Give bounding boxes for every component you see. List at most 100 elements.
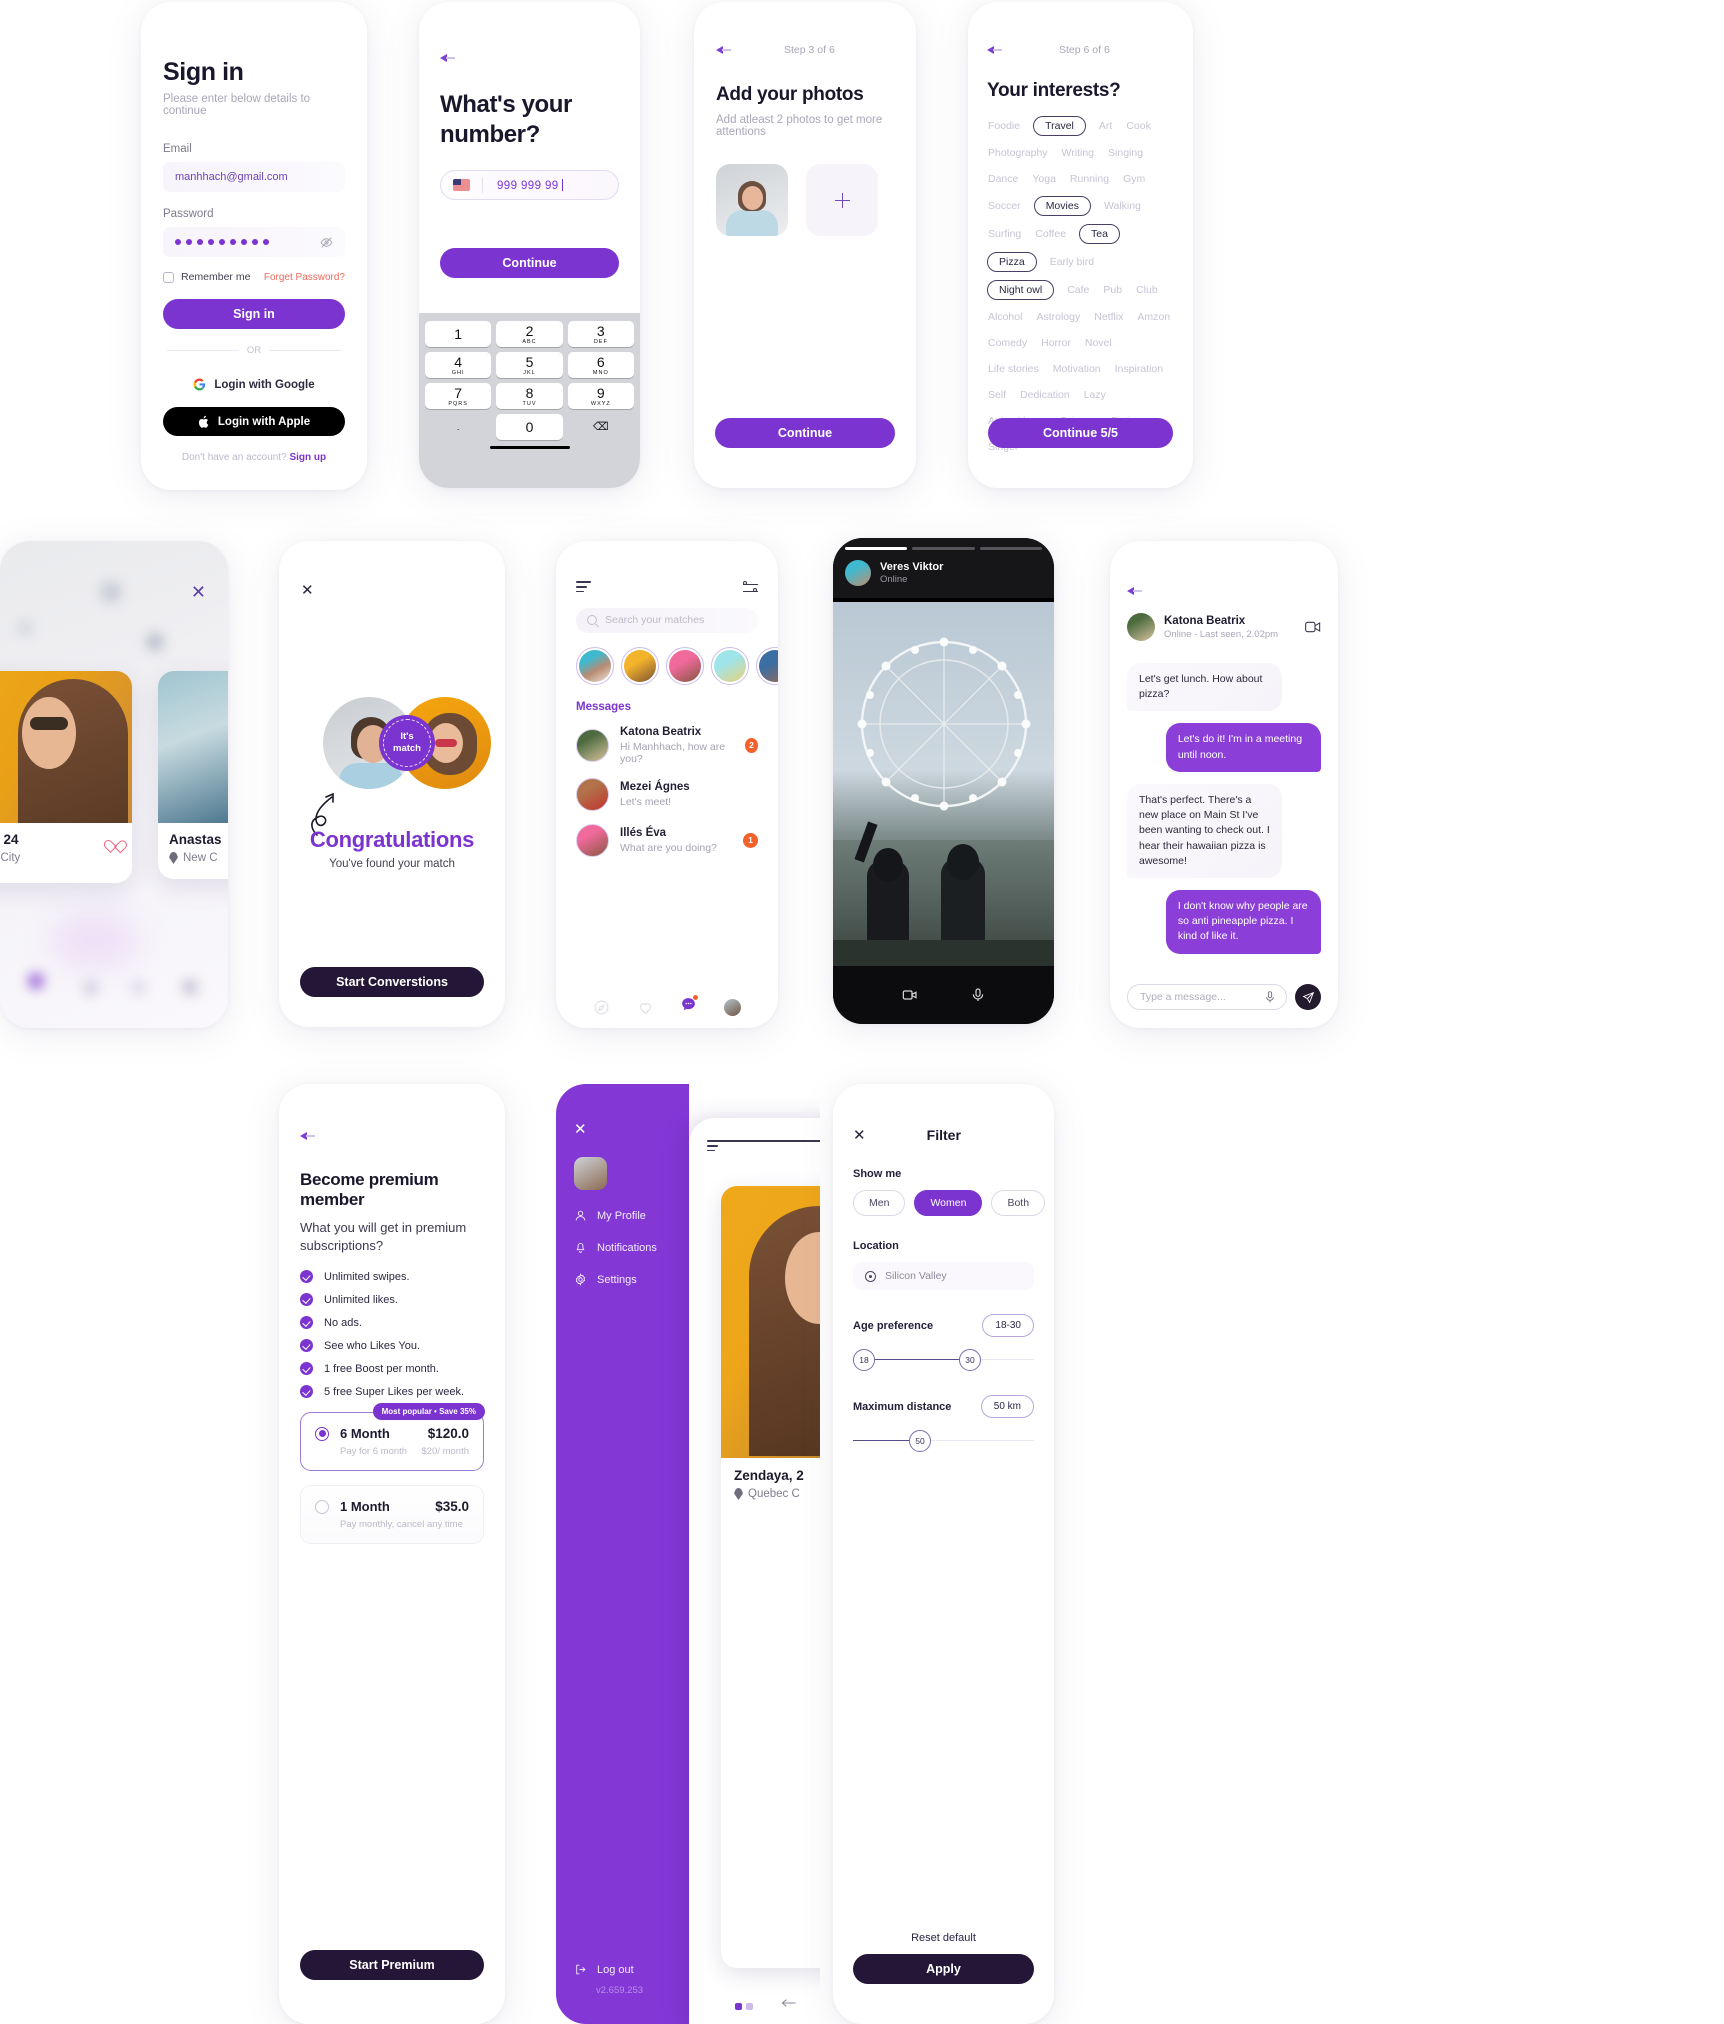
- interest-tag[interactable]: Alcohol: [987, 308, 1023, 326]
- sign-in-button[interactable]: Sign in: [163, 299, 345, 329]
- story-avatar[interactable]: [756, 646, 778, 685]
- email-field[interactable]: manhhach@gmail.com: [163, 162, 345, 192]
- interest-tag[interactable]: Horror: [1040, 334, 1072, 352]
- back-icon[interactable]: [716, 42, 732, 58]
- interest-tag[interactable]: Dedication: [1019, 386, 1071, 404]
- continue-button[interactable]: Continue 5/5: [988, 418, 1173, 448]
- interest-tag[interactable]: Netflix: [1093, 308, 1124, 326]
- story-avatar[interactable]: [576, 646, 614, 685]
- message-list-item[interactable]: Mezei Ágnes Let's meet!: [576, 777, 758, 811]
- dot[interactable]: [746, 2003, 753, 2010]
- close-icon[interactable]: ✕: [853, 1126, 866, 1144]
- interest-tag[interactable]: Yoga: [1031, 170, 1057, 188]
- swipe-card-secondary[interactable]: Anastas New C: [158, 671, 228, 879]
- sidebar-item-my-profile[interactable]: My Profile: [574, 1209, 673, 1222]
- plan-option-1-month[interactable]: 1 Month $35.0 Pay monthly, cancel any ti…: [300, 1485, 484, 1545]
- interest-tag[interactable]: Amzon: [1136, 308, 1171, 326]
- distance-knob[interactable]: 50: [909, 1430, 931, 1452]
- distance-slider[interactable]: 50: [853, 1430, 1034, 1452]
- mic-toggle-icon[interactable]: [970, 987, 986, 1003]
- plan-radio[interactable]: [315, 1426, 329, 1441]
- interest-tag[interactable]: Motivation: [1052, 360, 1102, 378]
- close-icon[interactable]: ✕: [301, 583, 314, 598]
- interest-tag[interactable]: Novel: [1084, 334, 1113, 352]
- message-input[interactable]: Type a message...: [1127, 984, 1287, 1010]
- plan-option-6-month[interactable]: Most popular • Save 35% 6 Month $120.0 P…: [300, 1403, 485, 1472]
- start-conversations-button[interactable]: Start Converstions: [300, 967, 484, 997]
- key-5[interactable]: 5 JKL: [496, 352, 563, 378]
- interest-tag[interactable]: Coffee: [1034, 225, 1067, 243]
- close-icon[interactable]: ✕: [574, 1121, 587, 1138]
- key-backspace[interactable]: ⌫: [568, 414, 634, 440]
- start-premium-button[interactable]: Start Premium: [300, 1950, 484, 1980]
- pill-both[interactable]: Both: [991, 1190, 1046, 1216]
- profile-avatar[interactable]: [574, 1157, 607, 1190]
- login-with-apple-button[interactable]: Login with Apple: [163, 407, 345, 436]
- key-4[interactable]: 4 GHI: [425, 352, 492, 378]
- interest-tag[interactable]: Pizza: [987, 252, 1037, 272]
- age-min-knob[interactable]: 18: [853, 1349, 875, 1371]
- swipe-card-primary[interactable]: ndaya, 24 Quebec City: [0, 671, 132, 883]
- interest-tag[interactable]: Club: [1135, 281, 1159, 299]
- sidebar-item-notifications[interactable]: Notifications: [574, 1241, 673, 1254]
- key-6[interactable]: 6 MNO: [567, 352, 634, 378]
- like-heart-icon[interactable]: [108, 835, 121, 847]
- interest-tag[interactable]: Night owl: [987, 280, 1055, 300]
- interest-tag[interactable]: Tea: [1079, 224, 1120, 244]
- key-3[interactable]: 3 DEF: [567, 321, 634, 347]
- key-2[interactable]: 2 ABC: [496, 321, 563, 347]
- login-with-google-button[interactable]: Login with Google: [163, 370, 345, 399]
- chat-icon[interactable]: [680, 995, 699, 1018]
- interest-tag[interactable]: Foodie: [987, 117, 1021, 135]
- message-list-item[interactable]: Katona Beatrix Hi Manhhach, how are you?…: [576, 726, 758, 765]
- apply-button[interactable]: Apply: [853, 1954, 1034, 1984]
- interest-tag[interactable]: Running: [1069, 170, 1110, 188]
- dot-active[interactable]: [735, 2003, 742, 2010]
- interest-tag[interactable]: Pub: [1102, 281, 1123, 299]
- back-icon[interactable]: [300, 1128, 316, 1144]
- interest-tag[interactable]: Self: [987, 386, 1007, 404]
- message-list-item[interactable]: Illés Éva What are you doing? 1: [576, 823, 758, 857]
- forgot-password-link[interactable]: Forget Password?: [264, 272, 345, 283]
- key-7[interactable]: 7 PQRS: [425, 383, 492, 409]
- pill-men[interactable]: Men: [853, 1190, 906, 1216]
- story-avatar[interactable]: [711, 646, 749, 685]
- key-8[interactable]: 8 TUV: [496, 383, 563, 409]
- discover-icon[interactable]: [593, 999, 610, 1016]
- story-avatar[interactable]: [666, 646, 704, 685]
- photo-thumbnail[interactable]: [716, 164, 788, 236]
- camera-toggle-icon[interactable]: [902, 987, 918, 1003]
- interest-tag[interactable]: Art: [1098, 117, 1113, 135]
- send-button[interactable]: [1295, 984, 1321, 1010]
- menu-icon[interactable]: [576, 581, 591, 596]
- eye-off-icon[interactable]: [320, 236, 333, 249]
- interest-tag[interactable]: Walking: [1103, 197, 1142, 215]
- video-call-icon[interactable]: [1305, 621, 1321, 633]
- sidebar-item-settings[interactable]: Settings: [574, 1273, 673, 1286]
- mic-icon[interactable]: [1266, 991, 1274, 1003]
- age-max-knob[interactable]: 30: [959, 1349, 981, 1371]
- sign-up-link[interactable]: Sign up: [289, 452, 326, 463]
- remember-me-checkbox[interactable]: [163, 271, 174, 283]
- logout-button[interactable]: Log out: [574, 1963, 643, 1976]
- location-input[interactable]: Silicon Valley: [853, 1262, 1034, 1290]
- close-icon[interactable]: ✕: [191, 583, 206, 601]
- interest-tag[interactable]: Astrology: [1035, 308, 1081, 326]
- story-avatar[interactable]: [621, 646, 659, 685]
- back-icon[interactable]: [1127, 583, 1143, 599]
- profile-avatar-icon[interactable]: [723, 998, 741, 1016]
- plan-radio[interactable]: [315, 1499, 329, 1514]
- age-range-slider[interactable]: 18 30: [853, 1349, 1034, 1371]
- interest-tag[interactable]: Life stories: [987, 360, 1040, 378]
- interest-tag[interactable]: Lazy: [1083, 386, 1107, 404]
- interest-tag[interactable]: Surfing: [987, 225, 1022, 243]
- password-field[interactable]: [163, 227, 345, 257]
- filter-sliders-icon[interactable]: [743, 581, 758, 595]
- interest-tag[interactable]: Soccer: [987, 197, 1022, 215]
- search-input[interactable]: Search your matches: [576, 607, 758, 633]
- back-icon[interactable]: [440, 50, 456, 66]
- add-photo-button[interactable]: [806, 164, 878, 236]
- interest-tag[interactable]: Gym: [1122, 170, 1146, 188]
- interest-tag[interactable]: Comedy: [987, 334, 1028, 352]
- interest-tag[interactable]: Photography: [987, 144, 1049, 162]
